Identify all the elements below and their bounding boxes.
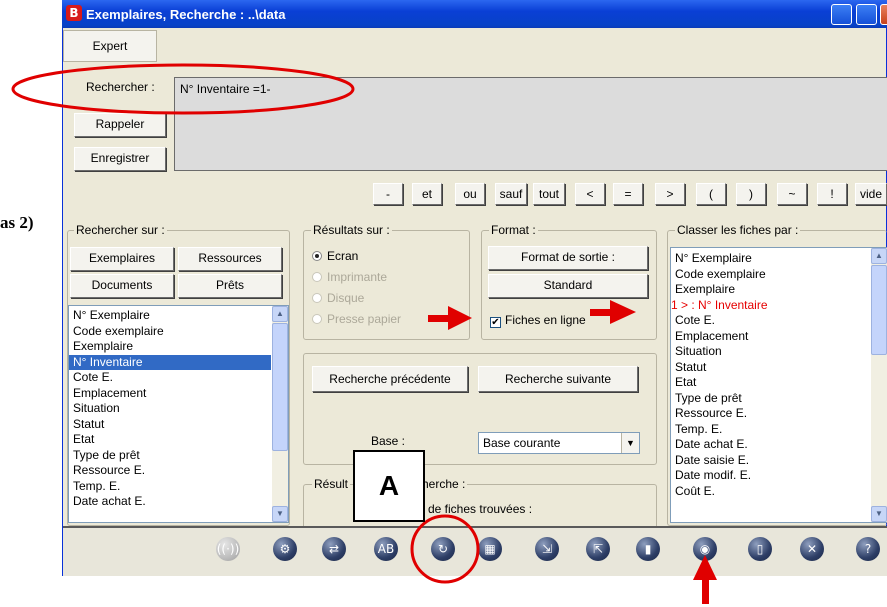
annotation-label-box: A xyxy=(353,450,425,522)
annotation-arrow-left xyxy=(428,306,472,330)
annotation-circle xyxy=(410,514,480,584)
annotation-overlay xyxy=(11,63,717,604)
annotation-arrow-right xyxy=(590,300,636,324)
annotation-arrow-up xyxy=(693,555,717,604)
annotation-ellipse xyxy=(11,63,355,115)
